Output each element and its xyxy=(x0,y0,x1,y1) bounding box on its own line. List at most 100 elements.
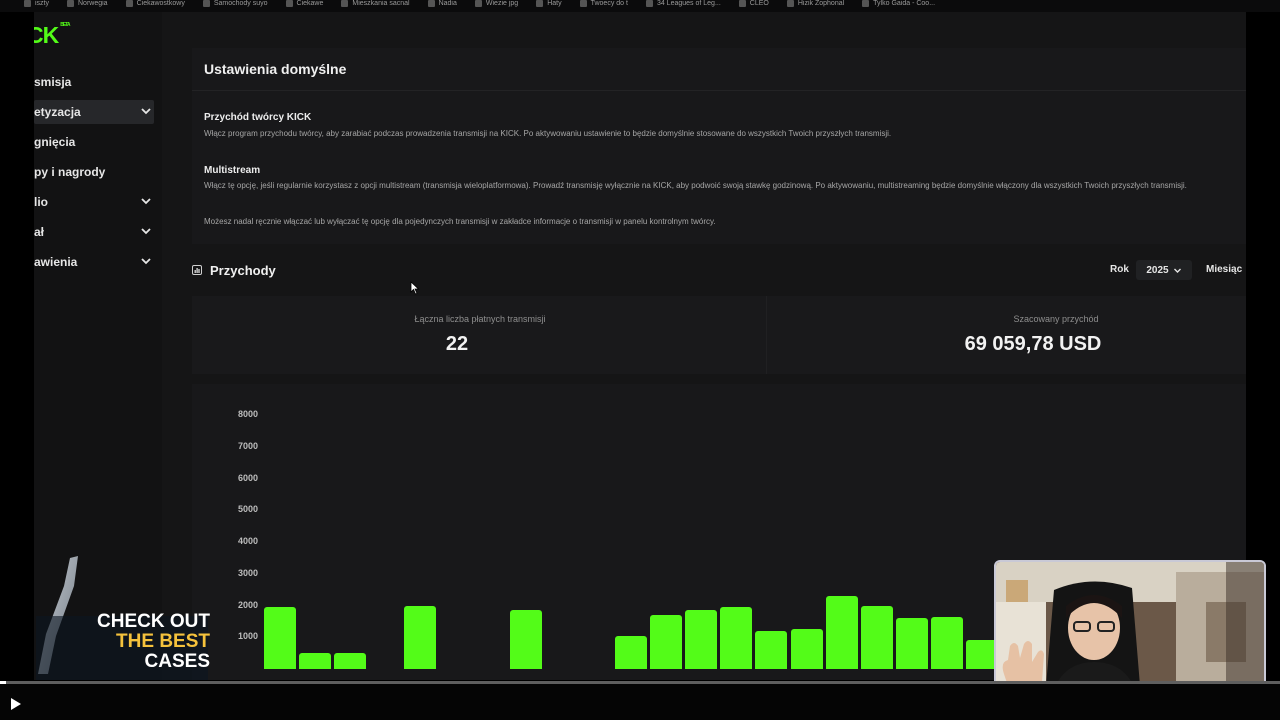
bookmark-favicon-icon xyxy=(786,0,794,7)
estimated-revenue-value: 69 059,78 USD xyxy=(964,333,1102,355)
revenue-bar[interactable] xyxy=(334,653,367,669)
sidebar-item-typy-i-nagrody[interactable]: py i nagrody xyxy=(34,160,154,184)
sidebar-item-ustawienia[interactable]: awienia xyxy=(34,250,154,274)
sidebar-item-label: gnięcia xyxy=(34,135,76,149)
bookmark-label: Ciekawe xyxy=(296,0,324,8)
chevron-down-icon xyxy=(141,198,151,205)
revenue-bar[interactable] xyxy=(930,616,963,669)
year-select[interactable]: 2025 xyxy=(1136,260,1192,280)
y-tick-label: 6000 xyxy=(237,472,258,483)
progress-track[interactable] xyxy=(0,681,1280,684)
creator-revenue-title: Przychód twórcy KICK xyxy=(204,112,312,123)
bookmark-favicon-icon xyxy=(341,0,349,7)
y-tick-label: 2000 xyxy=(237,599,258,610)
bookmark-item[interactable]: Hizik Zophonal xyxy=(786,0,845,8)
revenue-bar[interactable] xyxy=(685,610,718,669)
logo-text: KICK xyxy=(34,22,59,48)
revenue-bar[interactable] xyxy=(650,615,683,669)
bookmark-item[interactable]: Ciekawe xyxy=(285,0,324,8)
sidebar-item-label: smisja xyxy=(34,75,72,89)
month-label[interactable]: Miesiąc xyxy=(1206,264,1242,275)
y-tick-label: 3000 xyxy=(237,567,258,578)
sidebar-item-label: ał xyxy=(34,225,45,239)
player-controls xyxy=(0,684,1280,720)
progress-fill xyxy=(0,681,7,684)
bookmark-item[interactable]: Norwegia xyxy=(67,0,108,7)
bookmark-item[interactable]: Mieszkania sacnal xyxy=(341,0,410,7)
chart-icon xyxy=(192,265,202,275)
bookmark-item[interactable]: Nadia xyxy=(427,0,457,8)
bookmark-label: Nadia xyxy=(438,0,457,8)
bookmark-favicon-icon xyxy=(579,0,587,7)
bookmark-favicon-icon xyxy=(67,0,74,7)
bookmark-favicon-icon xyxy=(645,0,653,7)
bookmark-item[interactable]: 34 Leagues of Leg... xyxy=(645,0,721,8)
revenue-bar[interactable] xyxy=(790,629,823,669)
bookmark-label: iszty xyxy=(35,0,49,8)
sidebar-item-osiagniecia[interactable]: gnięcia xyxy=(34,130,154,154)
sidebar-item-label: py i nagrody xyxy=(34,165,106,179)
sidebar-item-monetyzacja[interactable]: etyzacja xyxy=(34,100,154,124)
sidebar-item-label: lio xyxy=(34,195,48,209)
bookmark-item[interactable]: Twoecy do t xyxy=(579,0,628,8)
bookmark-label: Haty xyxy=(547,0,562,8)
chevron-down-icon xyxy=(141,258,151,265)
bookmark-item[interactable]: Haty xyxy=(536,0,562,8)
bookmark-favicon-icon xyxy=(427,0,435,7)
revenue-bar[interactable] xyxy=(404,605,437,669)
y-tick-label: 1000 xyxy=(237,631,258,642)
bookmark-label: Twoecy do t xyxy=(590,0,628,8)
default-settings-card: Ustawienia domyślne Przychód twórcy KICK… xyxy=(192,48,1246,244)
bookmark-item[interactable]: Samochody suyo xyxy=(202,0,268,8)
play-icon[interactable] xyxy=(9,697,23,711)
bookmark-label: CLEO xyxy=(749,0,769,8)
sidebar-item-transmisja[interactable]: smisja xyxy=(34,70,154,94)
bookmark-item[interactable]: CLEO xyxy=(738,0,769,8)
multistream-title: Multistream xyxy=(204,165,261,176)
bookmarks-bar: iszty Norwegia Ciekawostkowy Samochody suyo… xyxy=(0,0,1280,12)
promo-line-1: CHECK OUT xyxy=(97,611,210,632)
sidebar-item-audio[interactable]: lio xyxy=(34,190,154,214)
multistream-desc: Włącz tę opcję, jeśli regularnie korzyst… xyxy=(204,181,1187,190)
logo-badge: BETA xyxy=(60,22,70,28)
revenue-bar[interactable] xyxy=(720,607,753,669)
sidebar-item-kanal[interactable]: ał xyxy=(34,220,154,244)
mouse-cursor-icon xyxy=(410,281,420,295)
y-tick-label: 7000 xyxy=(237,440,258,451)
revenue-bar[interactable] xyxy=(615,635,647,669)
y-tick-label: 4000 xyxy=(237,536,258,546)
bookmark-favicon-icon xyxy=(862,0,870,7)
promo-text[interactable]: CHECK OUT THE BEST CASES xyxy=(40,612,210,672)
bookmark-label: 34 Leagues of Leg... xyxy=(656,0,721,8)
kick-logo[interactable]: KICKBETA xyxy=(34,22,71,49)
bookmark-label: Samochody suyo xyxy=(213,0,268,8)
bookmark-favicon-icon xyxy=(285,0,293,7)
year-label: Rok xyxy=(1110,264,1129,275)
paid-streams-label: Łączna liczba płatnych transmisji xyxy=(414,314,546,324)
bookmark-label: Hizik Zophonal xyxy=(797,0,845,8)
revenue-bar[interactable] xyxy=(860,605,893,669)
creator-revenue-desc: Włącz program przychodu twórcy, aby zara… xyxy=(204,129,892,138)
bookmark-item[interactable]: Ciekawostkowy xyxy=(125,0,185,8)
bookmark-item[interactable]: Tylko Gaida - Coo... xyxy=(862,0,935,7)
promo-line-3: CASES xyxy=(144,651,210,672)
revenue-bar[interactable] xyxy=(825,595,858,669)
revenue-title: Przychody xyxy=(210,263,276,278)
promo-line-2: THE BEST xyxy=(116,631,210,652)
bookmark-favicon-icon xyxy=(125,0,133,7)
paid-streams-value: 22 xyxy=(445,333,469,355)
revenue-bar[interactable] xyxy=(755,630,788,669)
sidebar-item-label: etyzacja xyxy=(34,105,81,119)
stats-divider xyxy=(766,296,767,374)
sidebar-item-label: awienia xyxy=(34,255,78,269)
revenue-bar[interactable] xyxy=(895,618,928,669)
bookmark-favicon-icon xyxy=(24,0,31,7)
revenue-bar[interactable] xyxy=(509,610,542,669)
bookmark-label: Norwegia xyxy=(78,0,108,8)
bookmark-item[interactable]: Wiezie jpg xyxy=(474,0,518,7)
bookmark-item[interactable]: iszty xyxy=(24,0,49,7)
revenue-bar[interactable] xyxy=(264,607,296,669)
bookmark-favicon-icon xyxy=(474,0,482,7)
bookmark-label: Ciekawostkowy xyxy=(136,0,185,8)
revenue-bar[interactable] xyxy=(299,653,332,669)
